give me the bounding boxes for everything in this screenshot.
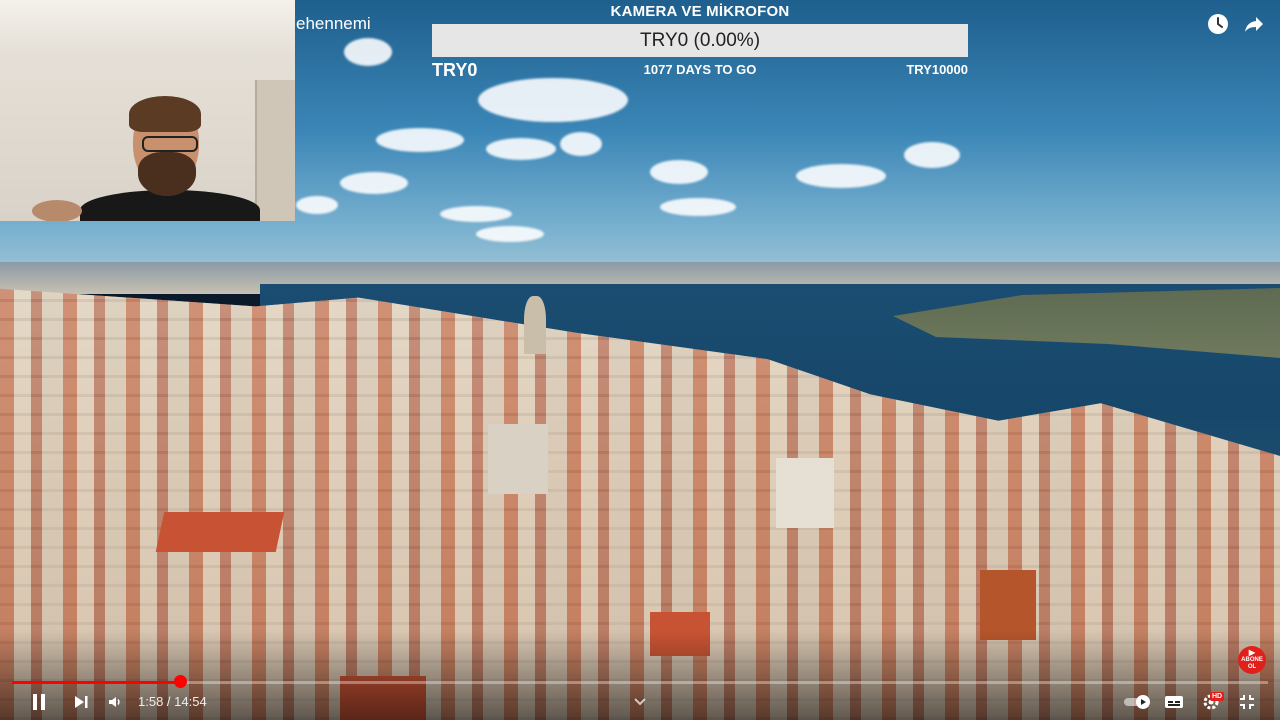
share-arrow-icon: [1245, 17, 1263, 32]
cloud: [344, 38, 392, 66]
cloud: [660, 198, 736, 216]
subscribe-line-2: OL: [1247, 664, 1257, 670]
subscribe-play-icon: ▶: [1248, 648, 1256, 657]
video-title[interactable]: ehennemi: [296, 14, 371, 34]
webcam-overlay: [0, 0, 295, 221]
cloud: [440, 206, 512, 222]
cloud: [476, 226, 544, 242]
seek-bar[interactable]: [12, 681, 1268, 684]
rooftop: [155, 512, 285, 552]
pause-button[interactable]: [28, 690, 50, 714]
exit-fullscreen-button[interactable]: [1236, 690, 1258, 714]
goal-current-amount: TRY0 (0.00%): [639, 30, 761, 51]
hd-badge: HD: [1210, 692, 1225, 701]
autoplay-toggle-icon: [1124, 695, 1150, 709]
webcam-door: [255, 80, 295, 221]
webcam-person-hair: [129, 96, 201, 132]
subtitles-icon: [1165, 696, 1183, 708]
next-button[interactable]: [70, 690, 92, 714]
cloud: [796, 164, 886, 188]
expand-chevron-button[interactable]: [628, 690, 652, 714]
chevron-down-icon: [634, 698, 646, 706]
goal-title: KAMERA VE MİKROFON: [610, 3, 790, 20]
webcam-person-glasses: [142, 136, 198, 152]
apartment-block: [776, 458, 834, 528]
time-display: 1:58 / 14:54: [138, 694, 207, 709]
watch-later-button[interactable]: [1206, 12, 1230, 36]
cloud: [486, 138, 556, 160]
goal-target-amount: TRY10000: [906, 62, 968, 77]
cloud: [340, 172, 408, 194]
settings-button[interactable]: HD: [1198, 690, 1225, 714]
autoplay-toggle[interactable]: [1122, 690, 1154, 714]
subtitles-button[interactable]: [1162, 690, 1186, 714]
volume-button[interactable]: [104, 690, 126, 714]
webcam-person-beard: [138, 152, 196, 196]
pause-icon: [33, 694, 45, 710]
cloud: [296, 196, 338, 214]
galata-tower: [524, 296, 546, 354]
subscribe-line-1: ABONE: [1241, 657, 1263, 663]
cloud: [650, 160, 708, 184]
cloud: [478, 78, 628, 122]
exit-fullscreen-icon: [1240, 695, 1254, 709]
volume-icon: [109, 697, 120, 707]
webcam-person-hand: [32, 200, 82, 221]
next-icon: [75, 696, 88, 708]
cloud: [376, 128, 464, 152]
clock-icon: [1208, 14, 1228, 34]
apartment-block: [488, 424, 548, 494]
cloud: [904, 142, 960, 168]
goal-progress-bar: TRY0 (0.00%): [432, 24, 968, 57]
cloud: [560, 132, 602, 156]
webcam-wall: [0, 0, 295, 60]
seek-bar-played: [12, 681, 181, 684]
subscribe-badge[interactable]: ▶ ABONE OL: [1238, 646, 1266, 674]
share-button[interactable]: [1242, 12, 1266, 36]
